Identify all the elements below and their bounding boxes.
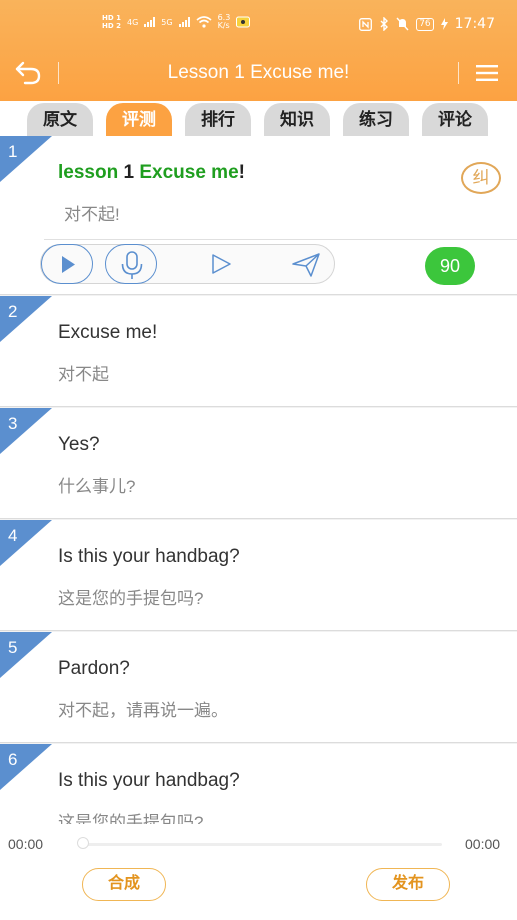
sentence-word: Excuse me (139, 162, 239, 183)
sentence-number: 4 (8, 526, 18, 545)
sentence-card[interactable]: 3 Yes? 什么事儿? (0, 408, 517, 519)
mute-icon (396, 17, 409, 31)
sentence-word: 1 (123, 162, 135, 183)
recording-toolbar (40, 244, 335, 284)
correct-pronunciation-button[interactable]: 纠 (461, 162, 501, 194)
speed-unit: K/s (217, 21, 230, 30)
sim-hd-labels: HD 1 HD 2 (102, 14, 121, 30)
network-speed: 6.3 K/s (218, 14, 231, 30)
sentence-chinese: 对不起，请再说一遍。 (58, 701, 228, 720)
current-time: 00:00 (8, 836, 44, 852)
compose-button[interactable]: 合成 (82, 868, 166, 901)
battery-level: 76 (416, 17, 434, 31)
microphone-icon (121, 251, 143, 279)
sentence-word: lesson (58, 162, 119, 183)
notification-app-icon (236, 16, 251, 28)
progress-track[interactable] (80, 843, 442, 846)
charging-icon (440, 18, 448, 30)
status-right: 76 17:47 (359, 16, 495, 32)
sentence-chinese: 对不起! (64, 205, 120, 224)
wifi-icon (196, 16, 212, 28)
clock: 17:47 (454, 16, 495, 32)
signal-icon (178, 17, 190, 27)
net1-label: 4G (126, 17, 139, 27)
sentence-english: Excuse me! (58, 322, 158, 343)
sentence-english: Yes? (58, 434, 100, 455)
sentence-chinese: 什么事儿? (58, 477, 136, 496)
sentence-number: 3 (8, 414, 18, 433)
nav-bar: Lesson 1 Excuse me! (0, 50, 517, 96)
tab-practice[interactable]: 练习 (343, 103, 409, 137)
total-time: 00:00 (465, 836, 501, 852)
sentence-card[interactable]: 1 lesson 1 Excuse me! 对不起! 纠 90 (0, 136, 517, 295)
sentence-card[interactable]: 4 Is this your handbag? 这是您的手提包吗? (0, 520, 517, 631)
hd2-label: HD 2 (102, 22, 121, 30)
sentence-number: 2 (8, 302, 18, 321)
bluetooth-icon (380, 17, 389, 31)
nfc-icon (359, 17, 373, 31)
tab-knowledge[interactable]: 知识 (264, 103, 330, 137)
page-title: Lesson 1 Excuse me! (167, 62, 350, 83)
sentence-english: Pardon? (58, 658, 130, 679)
sentence-number: 6 (8, 750, 18, 769)
back-arrow-icon[interactable] (14, 60, 44, 86)
divider (44, 239, 517, 240)
tab-ranking[interactable]: 排行 (185, 103, 251, 137)
play-icon (62, 256, 75, 273)
status-left: HD 1 HD 2 4G 5G 6.3 K/s (102, 14, 251, 30)
signal-icon (144, 17, 156, 27)
tab-original[interactable]: 原文 (27, 103, 93, 137)
sentence-number: 1 (8, 142, 18, 161)
progress-thumb[interactable] (77, 837, 89, 849)
tab-comments[interactable]: 评论 (422, 103, 488, 137)
play-recording-icon[interactable] (209, 253, 233, 275)
publish-button[interactable]: 发布 (366, 868, 450, 901)
status-bar: HD 1 HD 2 4G 5G 6.3 K/s 76 17:47 (0, 0, 517, 50)
sentence-english: Is this your handbag? (58, 546, 240, 567)
sentence-punctuation: ! (238, 162, 245, 183)
record-button[interactable] (105, 244, 157, 284)
sentence-card[interactable]: 2 Excuse me! 对不起 (0, 296, 517, 407)
sentence-card[interactable]: 5 Pardon? 对不起，请再说一遍。 (0, 632, 517, 743)
sentence-chinese: 对不起 (58, 365, 109, 384)
app-header: HD 1 HD 2 4G 5G 6.3 K/s 76 17:47 Lesson … (0, 0, 517, 101)
tab-bar: 原文 评测 排行 知识 练习 评论 (0, 101, 517, 137)
sentence-english: Is this your handbag? (58, 770, 240, 791)
nav-divider-right (458, 62, 459, 84)
menu-icon[interactable] (476, 64, 498, 82)
audio-player: 00:00 00:00 合成 发布 (0, 824, 517, 920)
sentence-number: 5 (8, 638, 18, 657)
play-original-button[interactable] (41, 244, 93, 284)
tab-evaluation[interactable]: 评测 (106, 103, 172, 137)
net2-label: 5G (161, 17, 173, 27)
sentence-chinese: 这是您的手提包吗? (58, 589, 204, 608)
sentence-chinese: 这是您的手提包吗? (58, 813, 204, 824)
sentence-list: 1 lesson 1 Excuse me! 对不起! 纠 90 2 Excuse… (0, 136, 517, 824)
hd1-label: HD 1 (102, 14, 121, 22)
send-icon[interactable] (291, 253, 321, 277)
sentence-english: lesson 1 Excuse me! (58, 162, 245, 184)
sentence-card[interactable]: 6 Is this your handbag? 这是您的手提包吗? (0, 744, 517, 824)
app-screen: HD 1 HD 2 4G 5G 6.3 K/s 76 17:47 Lesson … (0, 0, 517, 920)
score-badge: 90 (425, 247, 475, 285)
